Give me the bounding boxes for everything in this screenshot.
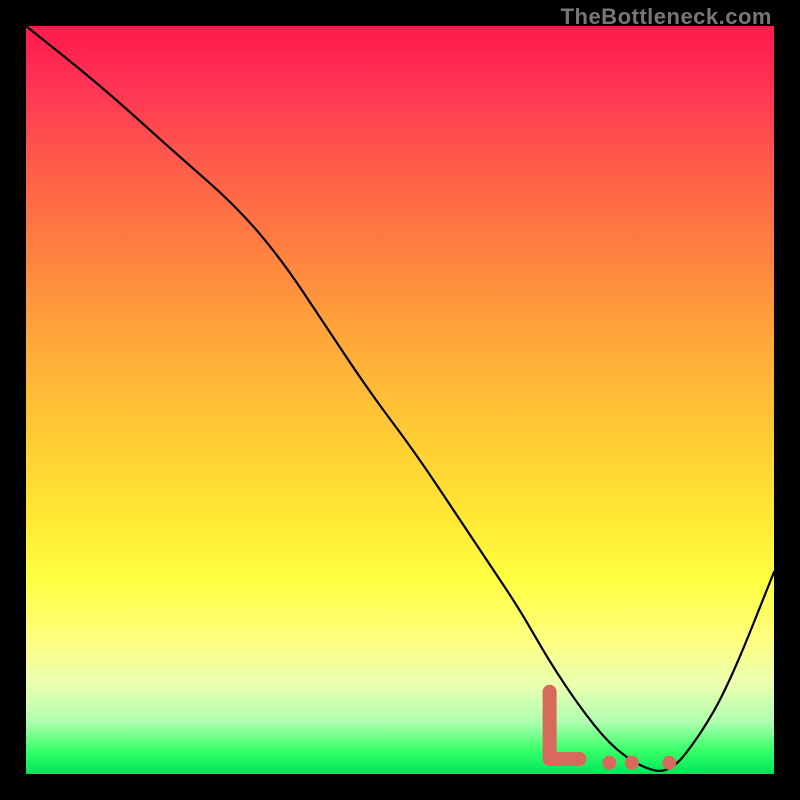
highlight-dot-3: [662, 756, 676, 770]
bottleneck-curve: [26, 26, 774, 771]
chart-overlay: [26, 26, 774, 774]
highlight-dot-1: [602, 756, 616, 770]
highlight-glyph-l: [550, 692, 580, 759]
highlight-dot-2: [625, 756, 639, 770]
